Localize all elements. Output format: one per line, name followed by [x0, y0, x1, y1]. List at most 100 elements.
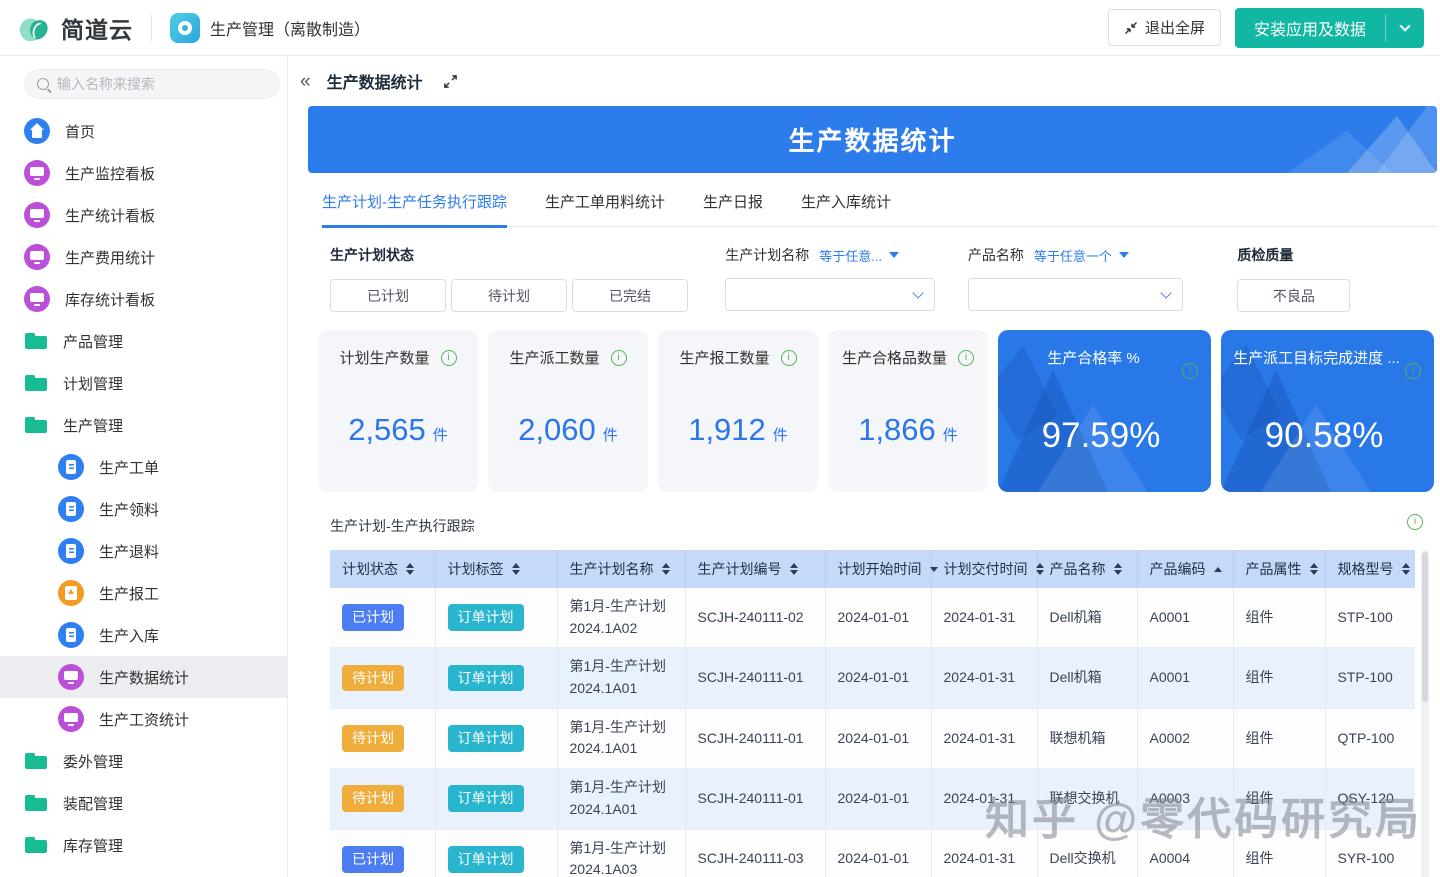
column-header[interactable]: 计划交付时间 [931, 550, 1037, 588]
brand[interactable]: 简道云 [18, 11, 133, 45]
column-header[interactable]: 产品属性 [1233, 550, 1325, 588]
table-row[interactable]: 待计划 订单计划 第1月-生产计划 2024.1A01 SCJH-240111-… [330, 648, 1415, 708]
dashboard-icon [58, 706, 84, 732]
folder-icon [24, 790, 48, 816]
sort-icon[interactable] [1036, 563, 1044, 576]
sidebar-search[interactable] [24, 69, 280, 99]
sidebar-menu-item[interactable]: 库存统计看板 [0, 278, 287, 320]
install-app-dropdown[interactable] [1386, 8, 1424, 48]
table-row[interactable]: 已计划 订单计划 第1月-生产计划 2024.1A02 SCJH-240111-… [330, 588, 1415, 648]
column-header[interactable]: 计划状态 [330, 550, 435, 588]
sidebar-menu-item[interactable]: 生产数据统计 [0, 656, 287, 698]
sidebar-menu-item[interactable]: 生产管理 [0, 404, 287, 446]
chevron-down-icon [913, 287, 924, 298]
sidebar-menu-item[interactable]: 生产统计看板 [0, 194, 287, 236]
sidebar-menu-item[interactable]: 首页 [0, 110, 287, 152]
column-header[interactable]: 生产计划编号 [685, 550, 825, 588]
info-icon[interactable] [958, 350, 974, 366]
fullscreen-icon[interactable] [443, 74, 458, 89]
stat-value: 1,912 [688, 412, 766, 448]
status-filter-label: 已完结 [609, 286, 651, 306]
table-row[interactable]: 已计划 订单计划 第1月-生产计划 2024.1A03 SCJH-240111-… [330, 829, 1415, 877]
product-name-select[interactable] [968, 278, 1183, 311]
sidebar-menu-item[interactable]: 产品管理 [0, 320, 287, 362]
sidebar-menu-item[interactable]: 库存管理 [0, 824, 287, 866]
column-header[interactable]: 产品名称 [1037, 550, 1137, 588]
status-filter-label: 待计划 [488, 286, 530, 306]
search-icon [37, 78, 49, 90]
table-row[interactable]: 待计划 订单计划 第1月-生产计划 2024.1A01 SCJH-240111-… [330, 769, 1415, 829]
plan-name-select[interactable] [725, 278, 935, 311]
exit-fullscreen-button[interactable]: 退出全屏 [1108, 9, 1221, 46]
sidebar-menu: 首页 生产监控看板 生产统计看板 [0, 110, 287, 866]
sidebar-menu-item[interactable]: 生产监控看板 [0, 152, 287, 194]
install-app-label[interactable]: 安装应用及数据 [1235, 8, 1385, 48]
column-header[interactable]: 计划标签 [435, 550, 557, 588]
cell-product-name: Dell机箱 [1037, 588, 1137, 648]
column-header[interactable]: 生产计划名称 [557, 550, 685, 588]
collapse-sidebar-icon[interactable]: « [296, 70, 315, 93]
sidebar-menu-item[interactable]: 生产费用统计 [0, 236, 287, 278]
form-icon [58, 622, 84, 648]
status-filter-button[interactable]: 已完结 [572, 279, 688, 312]
tab[interactable]: 生产入库统计 [801, 191, 891, 228]
sidebar-menu-item[interactable]: 装配管理 [0, 782, 287, 824]
table-row[interactable]: 待计划 订单计划 第1月-生产计划 2024.1A01 SCJH-240111-… [330, 708, 1415, 768]
sidebar-menu-item[interactable]: 生产入库 [0, 614, 287, 656]
exit-fullscreen-label: 退出全屏 [1145, 17, 1205, 38]
column-header-label: 产品编码 [1150, 559, 1206, 579]
product-name-operator[interactable]: 等于任意一个 [1034, 246, 1129, 265]
info-icon[interactable] [1182, 363, 1198, 379]
sort-icon[interactable] [1402, 563, 1410, 576]
sidebar-menu-item[interactable]: 委外管理 [0, 740, 287, 782]
cell-spec: QTP-100 [1325, 708, 1415, 768]
tab[interactable]: 生产计划-生产任务执行跟踪 [322, 191, 507, 228]
status-filter-button[interactable]: 已计划 [330, 279, 446, 312]
dashboard-icon [24, 160, 50, 186]
product-name-filter-label: 产品名称 [968, 245, 1024, 265]
info-icon[interactable] [1405, 363, 1421, 379]
search-input[interactable] [57, 76, 267, 92]
column-header[interactable]: 规格型号 [1325, 550, 1415, 588]
sidebar-menu-item[interactable]: 计划管理 [0, 362, 287, 404]
sort-icon[interactable] [1310, 563, 1318, 576]
sort-icon[interactable] [1114, 563, 1122, 576]
table-scrollbar[interactable] [1421, 550, 1429, 877]
header-divider [151, 15, 152, 41]
info-icon[interactable] [441, 350, 457, 366]
sort-icon[interactable] [512, 563, 520, 576]
cell-product-name: Dell交换机 [1037, 829, 1137, 877]
sidebar-menu-item[interactable]: 生产工资统计 [0, 698, 287, 740]
stat-value: 90.58% [1265, 416, 1384, 456]
tab[interactable]: 生产日报 [703, 191, 763, 228]
column-header-label: 产品名称 [1050, 559, 1106, 579]
plan-name-operator[interactable]: 等于任意... [819, 246, 899, 265]
sidebar-menu-item[interactable]: 生产报工 [0, 572, 287, 614]
column-header[interactable]: 计划开始时间 [825, 550, 931, 588]
sort-icon[interactable] [1214, 567, 1222, 572]
install-app-split-button[interactable]: 安装应用及数据 [1235, 8, 1424, 48]
sort-icon[interactable] [930, 567, 938, 572]
sidebar-menu-item[interactable]: 生产工单 [0, 446, 287, 488]
info-icon[interactable] [1407, 514, 1423, 530]
defective-filter-button[interactable]: 不良品 [1237, 279, 1350, 312]
sort-icon[interactable] [790, 563, 798, 576]
tab[interactable]: 生产工单用料统计 [545, 191, 665, 228]
dashboard-banner: 生产数据统计 [308, 106, 1437, 173]
status-filter-button[interactable]: 待计划 [451, 279, 567, 312]
column-header-label: 规格型号 [1338, 559, 1394, 579]
home-icon [24, 118, 50, 144]
sort-icon[interactable] [662, 563, 670, 576]
info-icon[interactable] [781, 350, 797, 366]
stat-value: 2,565 [348, 412, 426, 448]
sidebar-item-label: 产品管理 [63, 331, 123, 352]
sidebar-menu-item[interactable]: 生产领料 [0, 488, 287, 530]
cell-due-date: 2024-01-31 [931, 769, 1037, 829]
column-header[interactable]: 产品编码 [1137, 550, 1233, 588]
jiandaoyun-logo-icon [18, 11, 52, 45]
sort-icon[interactable] [406, 563, 414, 576]
table-section: 生产计划-生产执行跟踪 [330, 516, 1437, 877]
sidebar-menu-item[interactable]: 生产退料 [0, 530, 287, 572]
info-icon[interactable] [611, 350, 627, 366]
dashboard-icon [24, 244, 50, 270]
